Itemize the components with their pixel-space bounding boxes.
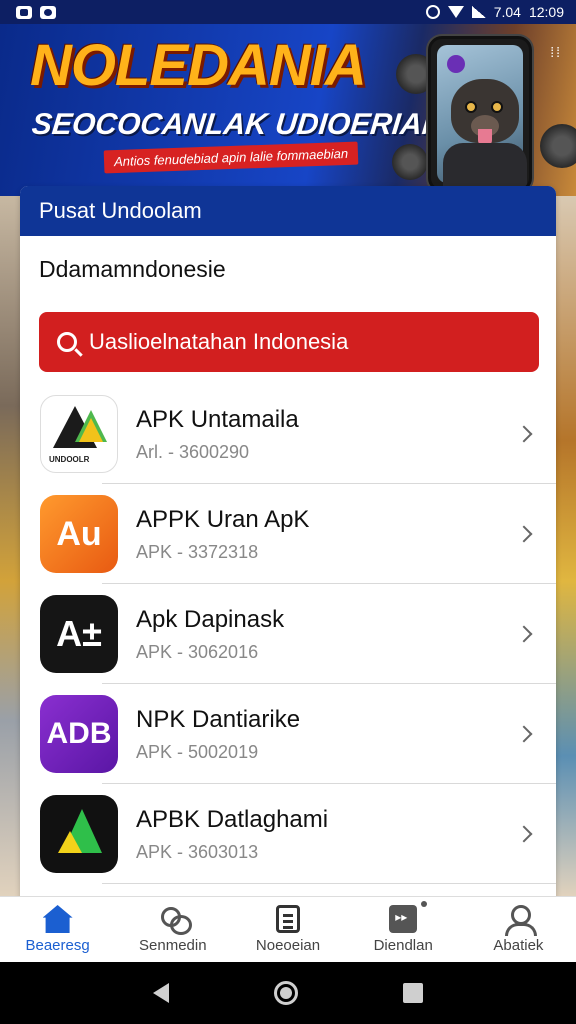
- bottom-nav: Beaeresg Senmedin Noeoeian Diendlan Abat…: [0, 896, 576, 962]
- app-list-item[interactable]: Au APPK Uran ApK APK - 3372318: [20, 484, 556, 584]
- notification-icon: [16, 5, 32, 19]
- phone-illustration: [428, 36, 532, 192]
- speaker-icon: [540, 124, 576, 168]
- triangle-logo-icon: UNDOOLR: [40, 395, 118, 473]
- back-icon[interactable]: [152, 983, 169, 1003]
- a-plus-minus-icon: A±: [40, 595, 118, 673]
- app-name: APPK Uran ApK: [136, 505, 310, 533]
- app-badge-icon: [447, 55, 465, 73]
- status-indicator: 7.04: [493, 4, 521, 20]
- document-icon: [276, 905, 300, 933]
- app-meta: APK - 5002019: [136, 741, 259, 762]
- banner-tag: Antios fenudebiad apin lalie fommaebian: [103, 141, 359, 174]
- status-time: 12:09: [528, 4, 564, 20]
- banner-title: NOLEDANIA: [30, 33, 367, 98]
- wifi-icon: [447, 6, 464, 18]
- chevron-right-icon: [515, 525, 533, 543]
- app-meta: APK - 3603013: [136, 841, 259, 862]
- banner-subtitle: SEOCOCANLAK UDIOERIAN: [30, 108, 446, 141]
- app-list-item[interactable]: ADB NPK Dantiarike APK - 5002019: [20, 684, 556, 784]
- nav-users[interactable]: Senmedin: [115, 897, 230, 962]
- background-left: [0, 196, 22, 896]
- nav-label: Diendlan: [373, 937, 433, 954]
- app-meta: Arl. - 3600290: [136, 441, 250, 462]
- users-icon: [158, 905, 192, 935]
- chevron-right-icon: [515, 825, 533, 843]
- nav-label: Noeoeian: [255, 937, 321, 954]
- app-meta: APK - 3062016: [136, 641, 259, 662]
- app-name: APBK Datlaghami: [136, 805, 329, 833]
- signal-icon: [471, 6, 486, 18]
- dog-mascot: [451, 79, 519, 147]
- chevron-right-icon: [515, 625, 533, 643]
- app-list: UNDOOLR APK Untamaila Arl. - 3600290 Au …: [20, 384, 556, 884]
- nav-label: Beaeresg: [25, 937, 90, 954]
- background-right: [554, 196, 576, 896]
- chevron-right-icon: [515, 725, 533, 743]
- search-bar[interactable]: Uaslioelnatahan Indonesia: [39, 312, 539, 372]
- chevron-right-icon: [515, 425, 533, 443]
- promo-banner[interactable]: NOLEDANIA SEOCOCANLAK UDIOERIAN Antios f…: [0, 24, 576, 196]
- nav-label: Senmedin: [139, 937, 207, 954]
- app-list-item[interactable]: A± Apk Dapinask APK - 3062016: [20, 584, 556, 684]
- au-logo-icon: Au: [40, 495, 118, 573]
- sync-icon: [425, 5, 440, 19]
- nav-downloads[interactable]: Diendlan: [346, 897, 461, 962]
- nav-label: Abatiek: [493, 937, 544, 954]
- app-list-item[interactable]: APBK Datlaghami APK - 3603013: [20, 784, 556, 884]
- profile-icon: [503, 905, 538, 936]
- adb-logo-icon: ADB: [40, 695, 118, 773]
- download-icon: [389, 901, 428, 933]
- status-bar: 7.04 12:09: [0, 0, 576, 24]
- search-icon: [57, 332, 77, 352]
- app-name: NPK Dantiarike: [136, 705, 301, 733]
- app-list-item[interactable]: UNDOOLR APK Untamaila Arl. - 3600290: [20, 384, 556, 484]
- search-placeholder: Uaslioelnatahan Indonesia: [89, 329, 349, 354]
- more-dots-icon: ⁞⁞: [550, 44, 562, 60]
- app-name: Apk Dapinask: [136, 605, 285, 633]
- nav-documents[interactable]: Noeoeian: [230, 897, 345, 962]
- card-header: Pusat Undoolam: [20, 186, 556, 236]
- home-button-icon[interactable]: [273, 981, 298, 1005]
- home-icon: [42, 905, 73, 933]
- nav-profile[interactable]: Abatiek: [461, 897, 576, 962]
- app-meta: APK - 3372318: [136, 541, 259, 562]
- app-name: APK Untamaila: [136, 405, 299, 433]
- app-notification-icon: [40, 5, 56, 19]
- recent-apps-icon[interactable]: [403, 983, 424, 1003]
- speaker-icon: [392, 144, 428, 180]
- nav-home[interactable]: Beaeresg: [0, 897, 115, 962]
- card-subtitle: Ddamamndonesie: [39, 256, 226, 282]
- green-a-logo-icon: [40, 795, 118, 873]
- system-nav-bar: [0, 962, 576, 1024]
- app-list-card: Pusat Undoolam Ddamamndonesie Uaslioelna…: [20, 186, 556, 906]
